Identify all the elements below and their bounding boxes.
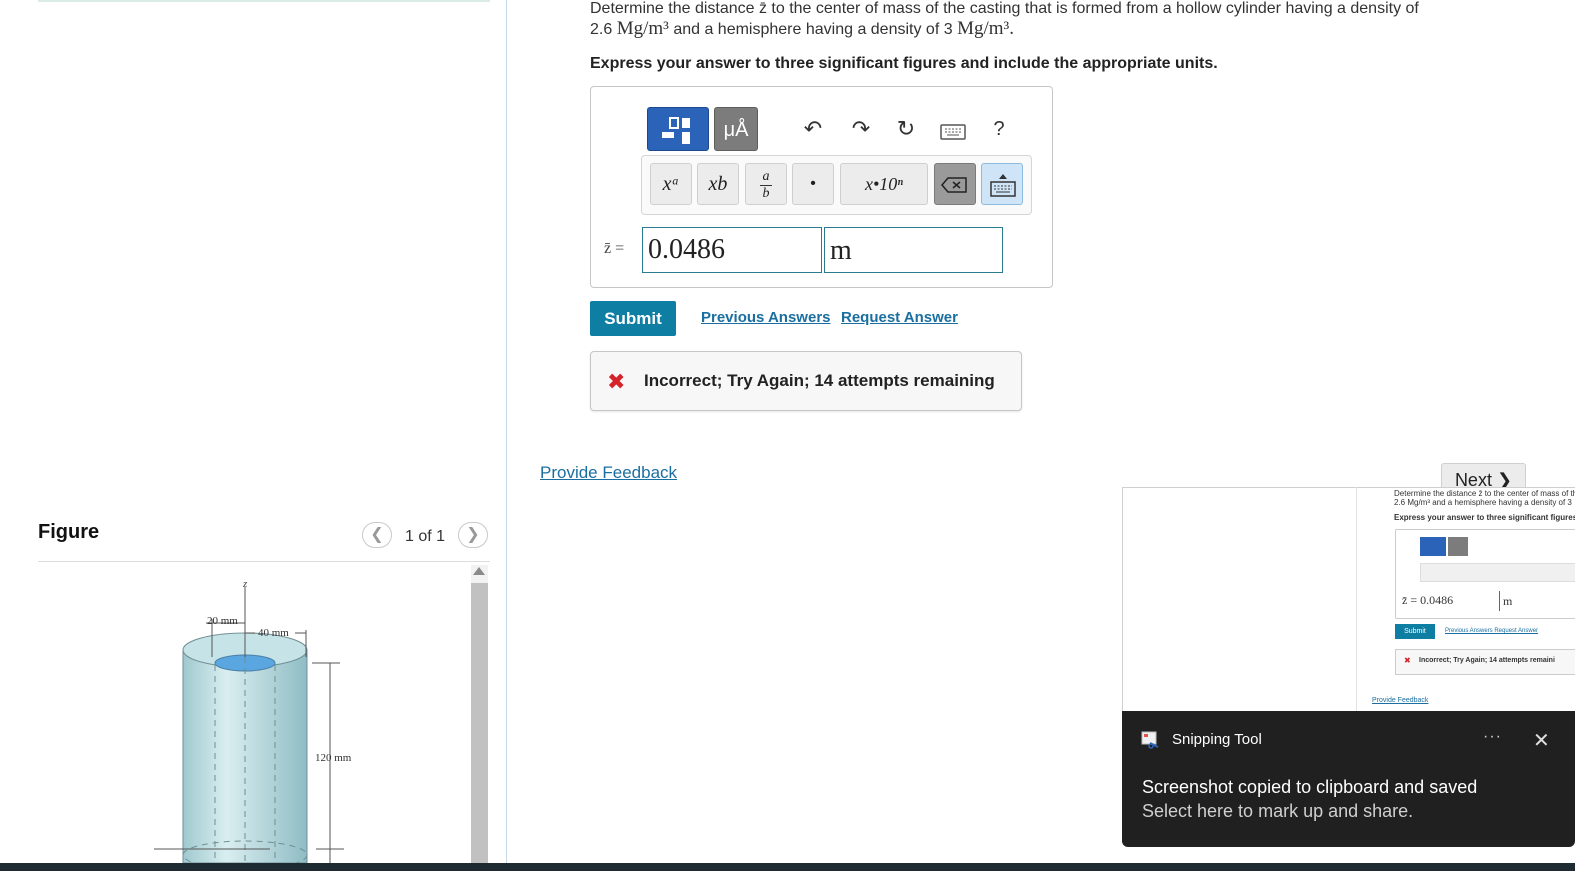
fraction-denominator: b — [762, 186, 770, 201]
figure-title: Figure — [38, 521, 100, 543]
submit-button[interactable]: Submit — [590, 301, 676, 336]
request-answer-link[interactable]: Request Answer — [841, 309, 958, 326]
preview-feedback: Incorrect; Try Again; 14 attempts remain… — [1419, 657, 1555, 664]
reset-icon[interactable]: ↻ — [890, 116, 922, 142]
template-grid-icon — [662, 117, 690, 144]
key-scientific[interactable]: x•10ⁿ — [840, 163, 928, 205]
preview-question: Determine the distance z̄ to the center … — [1394, 489, 1575, 498]
chevron-left-icon: ❮ — [370, 526, 384, 543]
provide-feedback-link[interactable]: Provide Feedback — [540, 463, 677, 483]
preview-instruction: Express your answer to three significant… — [1394, 513, 1575, 522]
keyboard-icon[interactable] — [940, 124, 966, 140]
preview-keypad — [1420, 563, 1575, 582]
error-x-icon: ✖ — [607, 369, 626, 394]
key-dot[interactable]: • — [792, 163, 834, 205]
figure-divider — [38, 561, 490, 562]
templates-button[interactable] — [647, 107, 709, 151]
preview-provide-feedback: Provide Feedback — [1372, 697, 1429, 704]
axis-z-label: z — [242, 578, 248, 590]
density-cylinder-value: 2.6 — [590, 21, 613, 38]
more-options-icon[interactable]: ··· — [1483, 728, 1502, 746]
preview-error-icon: ✖ — [1404, 656, 1411, 665]
snipping-tool-icon — [1141, 731, 1159, 749]
snip-preview-content: Determine the distance z̄ to the center … — [1356, 487, 1575, 711]
density-unit-2: Mg/m³. — [957, 18, 1014, 39]
preview-answer-value: z̄ = 0.0486 — [1402, 593, 1454, 607]
previous-answers-link[interactable]: Previous Answers — [701, 309, 831, 326]
key-fraction[interactable]: a b — [745, 163, 787, 205]
undo-icon[interactable]: ↶ — [797, 116, 829, 142]
toast-subtext: Select here to mark up and share. — [1142, 801, 1414, 821]
question-text-line2: 2.6 Mg/m³ and a hemisphere having a dens… — [590, 18, 1014, 40]
answer-value-input[interactable]: 0.0486 — [642, 227, 822, 273]
dim-120mm-label: 120 mm — [315, 752, 352, 764]
dim-40mm-label: 40 mm — [258, 627, 289, 639]
preview-templates-button — [1420, 537, 1446, 556]
preview-question-line2: 2.6 Mg/m³ and a hemisphere having a dens… — [1394, 498, 1572, 507]
keyboard-toggle-icon — [990, 174, 1016, 197]
redo-icon[interactable]: ↷ — [845, 116, 877, 142]
taskbar — [0, 863, 1575, 871]
figure-scrollbar-thumb[interactable] — [471, 583, 488, 863]
backspace-icon — [941, 177, 967, 193]
answer-label: z̄ = — [604, 240, 625, 257]
preview-links: Previous Answers Request Answer — [1445, 628, 1539, 634]
panel-divider — [506, 0, 507, 863]
toggle-keyboard-button[interactable] — [981, 163, 1023, 205]
scroll-up-arrow-icon[interactable] — [473, 567, 485, 575]
figure-next-button[interactable]: ❯ — [458, 522, 488, 548]
feedback-message: Incorrect; Try Again; 14 attempts remain… — [644, 371, 995, 390]
answer-unit-input[interactable]: m — [824, 227, 1003, 273]
density-unit: Mg/m³ — [616, 18, 669, 39]
key-superscript[interactable]: xᵃ — [650, 163, 692, 205]
figure-counter: 1 of 1 — [405, 528, 446, 545]
backspace-button[interactable] — [934, 163, 976, 205]
casting-figure: z 20 mm 40 mm 120 mm — [154, 578, 352, 863]
fraction-numerator: a — [762, 169, 770, 184]
preview-units-button — [1448, 537, 1468, 556]
instruction-text: Express your answer to three significant… — [590, 55, 1218, 72]
toast-message: Screenshot copied to clipboard and saved — [1142, 777, 1478, 797]
question-text: Determine the distance z̄ to the center … — [590, 0, 1419, 17]
figure-prev-button[interactable]: ❮ — [362, 522, 392, 548]
preview-submit: Submit — [1395, 624, 1435, 639]
close-icon[interactable]: ✕ — [1533, 728, 1550, 753]
question-mid-text: and a hemisphere having a density of 3 — [673, 21, 953, 38]
dim-20mm-label: 20 mm — [207, 615, 238, 627]
units-button[interactable]: μÅ — [714, 107, 758, 151]
chevron-right-icon: ❯ — [466, 526, 480, 543]
top-divider — [38, 0, 490, 2]
toast-app-name: Snipping Tool — [1172, 731, 1262, 748]
preview-answer-unit: m — [1503, 594, 1513, 608]
help-button[interactable]: ? — [983, 118, 1015, 141]
key-subscript[interactable]: xb — [697, 163, 739, 205]
